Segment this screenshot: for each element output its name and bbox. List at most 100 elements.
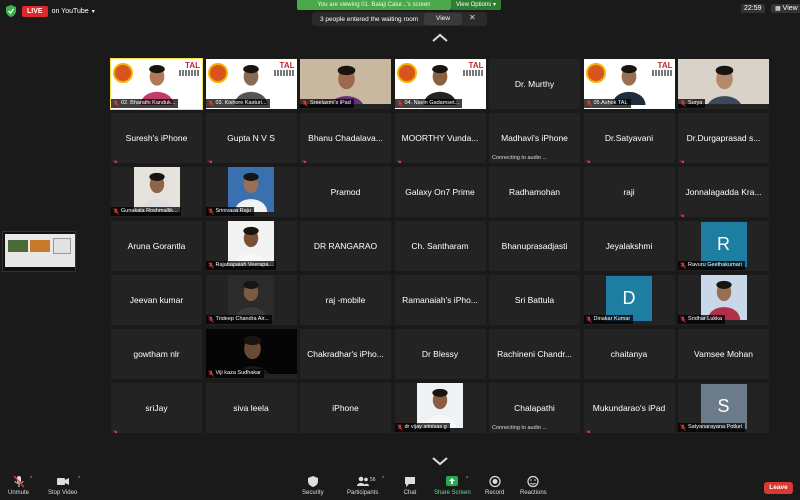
participant-tile[interactable]: Trideep Chandra Air... [204, 274, 298, 326]
live-platform[interactable]: on YouTube ▾ [52, 8, 95, 15]
live-indicator[interactable]: LIVE on YouTube ▾ [4, 4, 95, 18]
participant-name: 05.Ashok TAL [593, 100, 628, 106]
participant-name: Rachineni Chandr... [497, 349, 572, 359]
reactions-button[interactable]: Reactions [520, 475, 547, 496]
participant-tile[interactable]: TAL 05.Ashok TAL [582, 58, 676, 110]
participant-tile[interactable]: Sridhar Lukka [677, 274, 770, 326]
participant-tile[interactable]: raj -mobile [299, 274, 392, 326]
participant-tile[interactable]: Dr.Durgaprasad s... [677, 112, 770, 164]
participant-tile[interactable]: Madhavi's iPhone Connecting to audio ... [488, 112, 581, 164]
participant-tile[interactable]: Jonnalagadda Kra... [677, 166, 770, 218]
participant-tile[interactable]: chaitanya [582, 328, 676, 380]
share-screen-icon [446, 476, 459, 486]
participant-name: Dr.Durgaprasad s... [686, 133, 761, 143]
participant-tile[interactable]: gowtham nlr [110, 328, 203, 380]
participant-name: Ramanaiah's iPho... [402, 295, 478, 305]
participant-tile[interactable]: Jeyalakshmi [582, 220, 676, 272]
participant-tile[interactable]: Gupta N V S [204, 112, 298, 164]
participant-tile[interactable]: Galaxy On7 Prime [393, 166, 487, 218]
chevron-down-icon[interactable] [430, 456, 450, 466]
participant-tile[interactable]: Mukundarao's iPad [582, 382, 676, 434]
participant-tile[interactable]: Surya [677, 58, 770, 110]
view-options-button[interactable]: View Options ▾ [451, 0, 501, 10]
participant-tile[interactable]: siva leela [204, 382, 298, 434]
participant-name: Jeevan kumar [129, 295, 184, 305]
participant-tile[interactable]: Rajabapaiah Veerapa... [204, 220, 298, 272]
audio-connecting-status: Connecting to audio ... [492, 425, 548, 431]
security-button[interactable]: Security [302, 475, 324, 496]
participant-tile[interactable]: Chalapathi Connecting to audio ... [488, 382, 581, 434]
participant-tile[interactable]: Suresh's iPhone [110, 112, 203, 164]
participant-tile[interactable]: TAL 03. Kishore Kasturi... [204, 58, 298, 110]
participant-tile[interactable]: Dr Blessy [393, 328, 487, 380]
microphone-muted-icon [113, 424, 119, 433]
participant-tile[interactable]: Sreelaxmi's iPad [299, 58, 392, 110]
participant-tile[interactable]: Sri Battula [488, 274, 581, 326]
participant-tile[interactable]: Vamsee Mohan [677, 328, 770, 380]
participant-name: Rajabapaiah Veerapa... [215, 262, 274, 268]
participant-tile[interactable]: TAL 04. Navin Gadamset... [393, 58, 487, 110]
participant-name-label: Surya [678, 99, 706, 108]
participant-name: Mukundarao's iPad [592, 403, 666, 413]
participant-tile[interactable]: sriJay [110, 382, 203, 434]
participant-tile[interactable]: Dr.Satyavani [582, 112, 676, 164]
participant-tile[interactable]: R Ravuru Geethakumari [677, 220, 770, 272]
microphone-muted-icon [207, 262, 214, 269]
participant-tile[interactable]: Radhamohan [488, 166, 581, 218]
participant-tile[interactable]: Jeevan kumar [110, 274, 203, 326]
participant-photo [700, 275, 747, 320]
participants-count: 56 [370, 477, 376, 483]
chevron-up-icon[interactable]: ^ [30, 476, 32, 482]
microphone-muted-icon [585, 430, 591, 433]
participant-tile[interactable]: dr vijay srinivas g [393, 382, 487, 434]
participant-tile[interactable]: TAL 02. Bharathi Kanduk... [110, 58, 203, 110]
participant-tile[interactable]: Ramanaiah's iPho... [393, 274, 487, 326]
leave-button[interactable]: Leave [764, 482, 793, 494]
record-icon [489, 475, 501, 488]
stop-video-button[interactable]: Stop Video [48, 475, 77, 496]
participant-tile[interactable]: Dr. Murthy [488, 58, 581, 110]
microphone-muted-icon [113, 160, 118, 163]
waiting-room-view-button[interactable]: View [424, 13, 462, 25]
participant-tile[interactable]: MOORTHY Vunda... [393, 112, 487, 164]
participant-tile[interactable]: Viji kaza Sudhakar [204, 328, 298, 380]
chevron-up-icon[interactable]: ^ [466, 476, 468, 482]
participant-tile[interactable]: S Satyanarayana Potluri [677, 382, 770, 434]
participant-name-label: 03. Kishore Kasturi... [205, 99, 270, 108]
view-layout-button[interactable]: ▦ View [771, 4, 800, 13]
participant-tile[interactable]: Rachineni Chandr... [488, 328, 581, 380]
chat-button[interactable]: Chat [403, 475, 417, 496]
participant-photo [228, 275, 274, 320]
participant-tile[interactable]: Bhanu Chadalava... [299, 112, 392, 164]
tal-logo [585, 63, 606, 83]
participant-name: Satyanarayana Potluri [688, 424, 743, 430]
meeting-clock: 22:59 [741, 4, 765, 13]
participant-tile[interactable]: DR RANGARAO [299, 220, 392, 272]
participant-tile[interactable]: Gunakala Roshmallik... [110, 166, 203, 218]
participant-tile[interactable]: Bhanuprasadjasti [488, 220, 581, 272]
participant-name: Vamsee Mohan [694, 349, 753, 359]
participant-name: Madhavi's iPhone [501, 133, 568, 143]
shared-screen-thumbnail[interactable] [2, 231, 76, 272]
unmute-button[interactable]: Unmute [8, 475, 29, 496]
tal-badge: TAL [657, 61, 673, 70]
participant-tile[interactable]: iPhone [299, 382, 392, 434]
microphone-muted-icon [113, 430, 118, 433]
close-icon[interactable]: ✕ [469, 13, 476, 22]
record-button[interactable]: Record [485, 475, 504, 496]
participant-tile[interactable]: Pramod [299, 166, 392, 218]
participant-photo [417, 383, 463, 428]
chevron-up-icon[interactable]: ^ [382, 476, 384, 482]
chevron-up-icon[interactable] [430, 33, 450, 43]
participant-name: 03. Kishore Kasturi... [215, 100, 267, 106]
participant-tile[interactable]: Ch. Santharam [393, 220, 487, 272]
participant-tile[interactable]: Srinivasa Raju [204, 166, 298, 218]
participant-tile[interactable]: raji [582, 166, 676, 218]
participant-name-label: Satyanarayana Potluri [678, 423, 746, 432]
microphone-muted-icon [680, 262, 686, 269]
participant-tile[interactable]: D Dinakar Kumar [582, 274, 676, 326]
chevron-up-icon[interactable]: ^ [78, 476, 80, 482]
participant-tile[interactable]: Aruna Gorantla [110, 220, 203, 272]
chat-icon [405, 477, 415, 487]
participant-tile[interactable]: Chakradhar's iPho... [299, 328, 392, 380]
